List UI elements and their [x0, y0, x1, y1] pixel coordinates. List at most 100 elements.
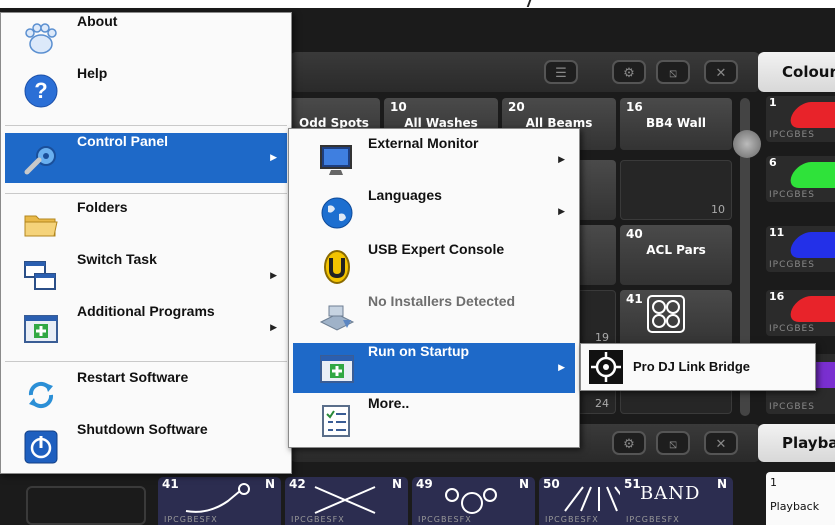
tile-number: 16 [769, 290, 785, 303]
menu-item-label: Languages [368, 187, 442, 203]
edit-header-button[interactable]: ⧅ [656, 431, 690, 455]
menu-item-control-panel[interactable]: Control Panel ▶ [5, 133, 287, 183]
scroll-knob[interactable] [733, 130, 761, 158]
playback-tile[interactable]: 41 N IPCGBESFX [158, 477, 281, 525]
colour-tile-red[interactable]: 1 IPCGBES [766, 96, 835, 142]
tile-label: Playback [770, 500, 820, 513]
menu-item-external-monitor[interactable]: External Monitor ▶ [293, 135, 575, 185]
menu-item-more[interactable]: More.. [293, 395, 575, 445]
menu-item-folders[interactable]: Folders [5, 199, 287, 249]
submenu-arrow-icon: ▶ [558, 207, 565, 217]
tile-number: 16 [626, 100, 643, 114]
colour-tile-blue[interactable]: 11 IPCGBES [766, 226, 835, 272]
band-label: BAND [640, 483, 701, 504]
cross-beams-icon [314, 486, 376, 514]
menu-item-run-on-startup[interactable]: Run on Startup ▶ [293, 343, 575, 393]
fixture-grid-icon [647, 295, 685, 333]
menu-item-usb-expert-console[interactable]: USB Expert Console [293, 241, 575, 291]
menu-item-about[interactable]: About [5, 13, 287, 63]
restart-icon [23, 378, 59, 412]
colour-tile-red[interactable]: 16 IPCGBES [766, 290, 835, 336]
colour-tile-green[interactable]: 6 IPCGBES [766, 156, 835, 202]
attribute-letters: IPCGBESFX [291, 515, 345, 524]
tile-number: 20 [508, 100, 525, 114]
attribute-letters: IPCGBESFX [545, 515, 599, 524]
monitor-icon [319, 144, 355, 178]
playback-panel-title[interactable]: Playba [758, 424, 835, 462]
submenu-arrow-icon: ▶ [558, 363, 565, 373]
submenu-arrow-icon: ▶ [270, 323, 277, 333]
colour-swatch [785, 232, 835, 258]
svg-text:?: ? [34, 78, 47, 103]
menu-header-button[interactable]: ☰ [544, 60, 578, 84]
shutdown-icon [23, 430, 59, 464]
switch-task-icon [23, 260, 59, 294]
menu-item-label: Run on Startup [368, 343, 470, 359]
attribute-letters: IPCGBES [769, 260, 815, 270]
microphone-icon [185, 483, 250, 513]
drum-kit-icon [445, 488, 497, 514]
menu-item-label: Pro DJ Link Bridge [633, 359, 751, 374]
menu-item-languages[interactable]: Languages ▶ [293, 187, 575, 237]
tile-number: 40 [626, 227, 643, 241]
menu-item-pro-dj-link-bridge[interactable]: Pro DJ Link Bridge [583, 346, 813, 388]
close-header-button[interactable]: ✕ [704, 431, 738, 455]
help-icon: ? [23, 74, 59, 108]
menu-separator [5, 361, 287, 362]
menu-separator [5, 193, 287, 194]
control-panel-submenu: External Monitor ▶ Languages ▶ USB Exper… [288, 128, 580, 448]
gear-header-button[interactable]: ⚙ [612, 60, 646, 84]
menu-item-label: No Installers Detected [368, 293, 516, 309]
submenu-arrow-icon: ▶ [558, 155, 565, 165]
attribute-letters: IPCGBES [769, 190, 815, 200]
edit-header-button[interactable]: ⧅ [656, 60, 690, 84]
playback-tile[interactable]: 49 N IPCGBESFX [412, 477, 535, 525]
menu-item-label: Help [77, 65, 108, 81]
attribute-letters: IPCGBES [769, 402, 815, 412]
group-tile-acl-pars[interactable]: 40 ACL Pars [620, 225, 732, 285]
menu-item-help[interactable]: ? Help [5, 65, 287, 115]
attribute-letters: IPCGBESFX [164, 515, 218, 524]
tile-number: 1 [770, 476, 777, 489]
list-icon [319, 404, 355, 438]
tile-label: BB4 Wall [646, 116, 706, 130]
top-bar [0, 0, 835, 8]
tile-number: 51 [624, 477, 641, 491]
playback-tile-band[interactable]: 51 N BAND IPCGBESFX [620, 477, 733, 525]
tile-tag: N [518, 477, 529, 491]
menu-item-switch-task[interactable]: Switch Task ▶ [5, 251, 287, 301]
menu-item-restart-software[interactable]: Restart Software [5, 369, 287, 419]
menu-item-label: More.. [368, 395, 410, 411]
group-tile-fixture[interactable]: 41 [620, 290, 732, 348]
submenu-arrow-icon: ▶ [270, 271, 277, 281]
attribute-letters: IPCGBES [769, 130, 815, 140]
tile-number: 10 [390, 100, 407, 114]
group-tile-empty[interactable]: 10 [620, 160, 732, 220]
group-tile-bb4-wall[interactable]: 16 BB4 Wall [620, 98, 732, 150]
gear-header-button[interactable]: ⚙ [612, 431, 646, 455]
playback-tile[interactable]: 42 N IPCGBESFX [285, 477, 408, 525]
colour-swatch [785, 296, 835, 322]
menu-item-additional-programs[interactable]: Additional Programs ▶ [5, 303, 287, 353]
playback-side-tile[interactable]: 1 Playback [766, 472, 835, 525]
tile-number: 11 [769, 226, 785, 239]
colour-panel-title[interactable]: Colour [758, 52, 835, 92]
folder-icon [23, 208, 59, 242]
tile-number: 41 [162, 477, 179, 491]
paw-icon [23, 22, 59, 56]
run-on-startup-submenu: Pro DJ Link Bridge [580, 343, 816, 391]
additional-programs-icon [23, 312, 59, 346]
attribute-letters: IPCGBESFX [418, 515, 472, 524]
menu-item-no-installers-detected[interactable]: No Installers Detected [293, 293, 575, 343]
menu-item-label: Folders [77, 199, 128, 215]
menu-item-shutdown-software[interactable]: Shutdown Software [5, 421, 287, 471]
usb-expert-icon [319, 250, 355, 284]
close-header-button[interactable]: ✕ [704, 60, 738, 84]
menu-item-label: Restart Software [77, 369, 189, 385]
tile-number: 41 [626, 292, 643, 306]
startup-icon [319, 352, 355, 386]
menu-item-label: Additional Programs [77, 303, 215, 319]
tile-number: 42 [289, 477, 306, 491]
left-dark-tile[interactable] [26, 486, 146, 525]
menu-item-label: USB Expert Console [368, 241, 505, 257]
